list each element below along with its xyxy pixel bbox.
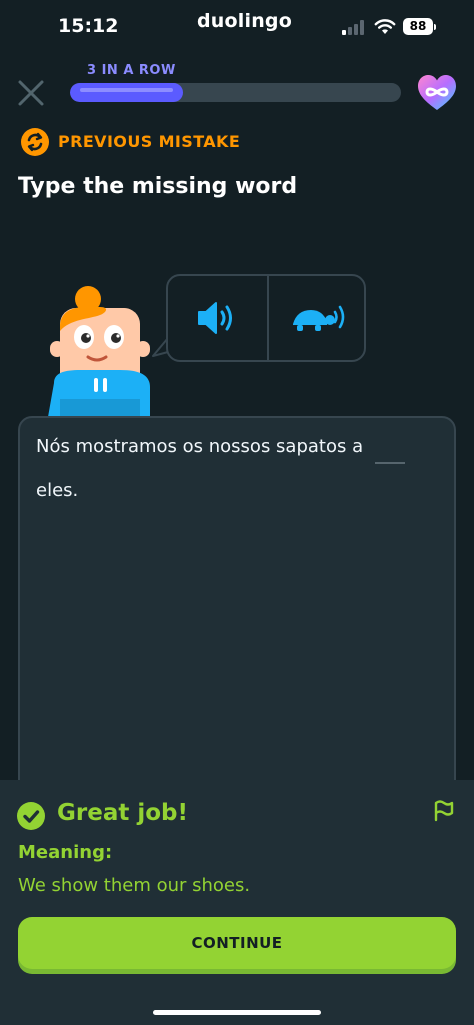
refresh-icon [21, 128, 49, 156]
cellular-signal-icon [342, 20, 364, 35]
continue-button[interactable]: CONTINUE [18, 917, 456, 969]
battery-tip [434, 24, 436, 30]
status-app-name: duolingo [197, 10, 292, 32]
streak-label: 3 IN A ROW [87, 63, 176, 78]
duolingo-character-illustration [48, 286, 150, 417]
exercise-title: Type the missing word [18, 174, 298, 199]
sentence-line-2: eles. [36, 480, 79, 501]
lesson-progress-fill [70, 83, 183, 102]
lesson-progress-bar [70, 83, 401, 102]
home-indicator [153, 1010, 321, 1015]
feedback-panel: Great job! Meaning: We show them our sho… [0, 780, 474, 1025]
infinite-hearts-icon[interactable] [416, 73, 458, 113]
lesson-progress-shine [80, 88, 173, 92]
wifi-icon [374, 19, 396, 34]
sentence-line-1: Nós mostramos os nossos sapatos a [36, 436, 364, 457]
check-icon [17, 802, 45, 830]
report-flag-icon[interactable] [432, 798, 456, 822]
meaning-label: Meaning: [18, 842, 113, 863]
play-slow-audio-button[interactable] [269, 276, 368, 360]
turtle-slow-audio-icon [292, 305, 344, 331]
battery-indicator: 88 [403, 18, 433, 35]
previous-mistake-badge: PREVIOUS MISTAKE [58, 132, 241, 151]
play-audio-button[interactable] [168, 276, 267, 360]
missing-word-blank[interactable] [375, 462, 405, 464]
audio-speech-bubble [166, 274, 366, 362]
meaning-text: We show them our shoes. [18, 875, 251, 896]
status-time: 15:12 [58, 15, 119, 37]
speaker-icon [197, 302, 232, 334]
feedback-heading: Great job! [57, 800, 188, 826]
answer-input-area[interactable]: Nós mostramos os nossos sapatos a eles. [18, 416, 456, 836]
close-icon[interactable] [17, 79, 45, 107]
